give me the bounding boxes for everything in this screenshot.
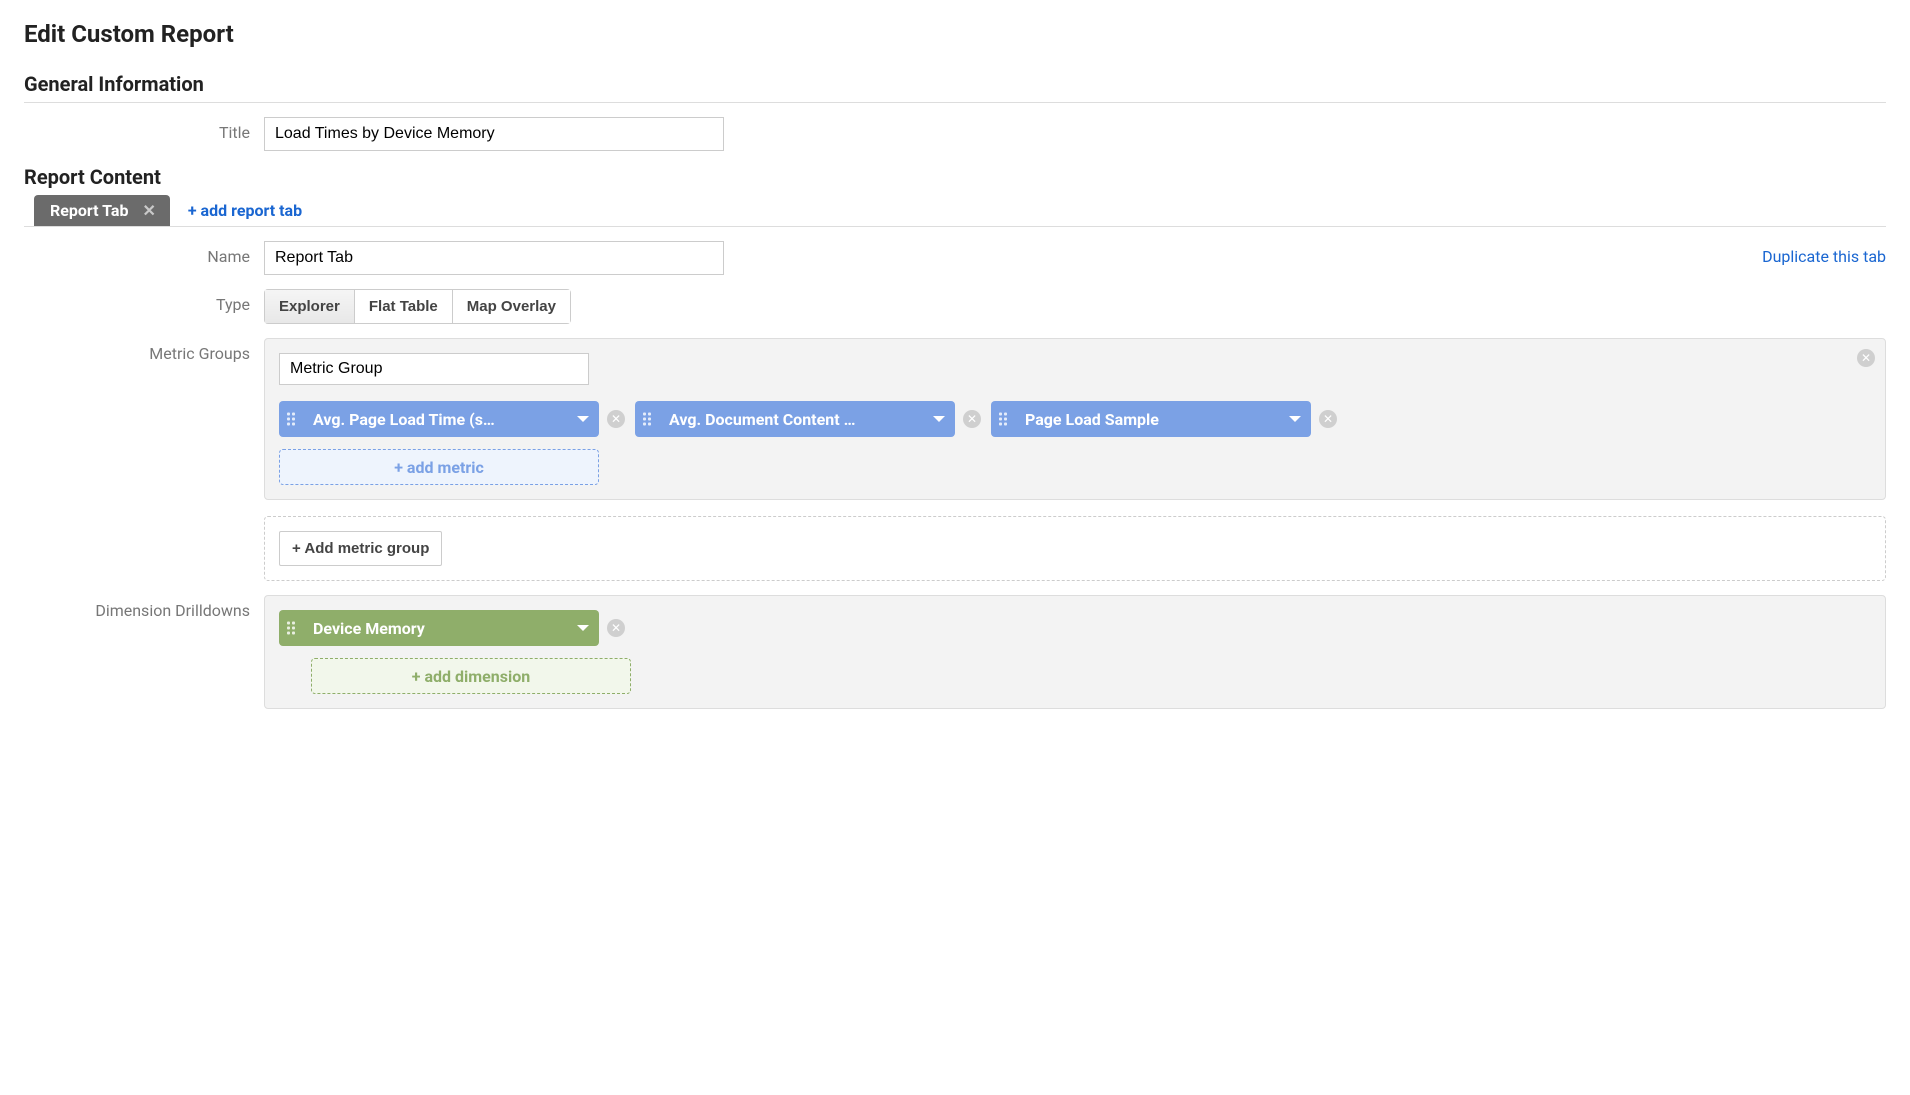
metric-chip[interactable]: Avg. Page Load Time (s…: [279, 401, 599, 437]
add-dimension-button[interactable]: + add dimension: [311, 658, 631, 694]
remove-dimension-icon[interactable]: ✕: [607, 619, 625, 637]
metric-chip-label: Avg. Document Content …: [669, 410, 923, 429]
metric-groups-label: Metric Groups: [24, 338, 264, 363]
type-button-group: Explorer Flat Table Map Overlay: [264, 289, 571, 324]
remove-metric-icon[interactable]: ✕: [1319, 410, 1337, 428]
remove-metric-icon[interactable]: ✕: [607, 410, 625, 428]
metric-chip[interactable]: Page Load Sample: [991, 401, 1311, 437]
section-report-content: Report Content: [24, 165, 1886, 189]
metric-chip-label: Page Load Sample: [1025, 410, 1279, 429]
dimension-drilldowns-label: Dimension Drilldowns: [24, 595, 264, 620]
type-option-explorer[interactable]: Explorer: [264, 289, 355, 324]
page-title: Edit Custom Report: [24, 20, 1886, 48]
drag-handle-icon[interactable]: [287, 413, 295, 426]
add-report-tab-button[interactable]: + add report tab: [188, 201, 302, 220]
drag-handle-icon[interactable]: [287, 622, 295, 635]
remove-metric-icon[interactable]: ✕: [963, 410, 981, 428]
type-label: Type: [24, 289, 264, 314]
duplicate-tab-link[interactable]: Duplicate this tab: [1762, 247, 1886, 266]
type-option-flat-table[interactable]: Flat Table: [355, 289, 453, 324]
dimension-chip-label: Device Memory: [313, 619, 567, 638]
chevron-down-icon: [577, 625, 589, 631]
metric-chip-label: Avg. Page Load Time (s…: [313, 410, 567, 429]
title-label: Title: [24, 117, 264, 142]
metric-chip[interactable]: Avg. Document Content …: [635, 401, 955, 437]
report-tab-label: Report Tab: [50, 201, 128, 220]
chevron-down-icon: [933, 416, 945, 422]
add-metric-button[interactable]: + add metric: [279, 449, 599, 485]
metric-group-name-input[interactable]: [279, 353, 589, 385]
section-general-information: General Information: [24, 72, 1886, 96]
close-icon[interactable]: ✕: [138, 201, 159, 220]
add-metric-group-area: + Add metric group: [264, 516, 1886, 581]
title-input[interactable]: [264, 117, 724, 151]
chevron-down-icon: [577, 416, 589, 422]
add-metric-group-button[interactable]: + Add metric group: [279, 531, 442, 566]
remove-metric-group-icon[interactable]: ✕: [1857, 349, 1875, 367]
chevron-down-icon: [1289, 416, 1301, 422]
metric-group-panel: ✕ Avg. Page Load Time (s… ✕: [264, 338, 1886, 500]
dimension-drilldowns-panel: Device Memory ✕ + add dimension: [264, 595, 1886, 709]
report-tab-active[interactable]: Report Tab ✕: [34, 195, 170, 226]
dimension-chip[interactable]: Device Memory: [279, 610, 599, 646]
drag-handle-icon[interactable]: [999, 413, 1007, 426]
name-input[interactable]: [264, 241, 724, 275]
drag-handle-icon[interactable]: [643, 413, 651, 426]
name-label: Name: [24, 241, 264, 266]
type-option-map-overlay[interactable]: Map Overlay: [453, 289, 571, 324]
